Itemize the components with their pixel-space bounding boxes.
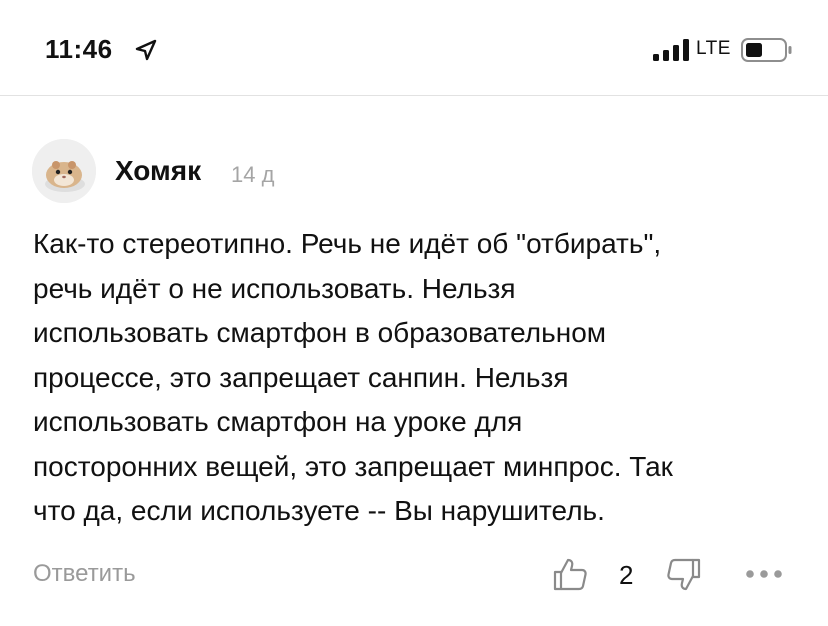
header-divider xyxy=(0,95,828,96)
more-dots-icon[interactable] xyxy=(744,562,784,586)
hamster-avatar-icon xyxy=(32,139,96,203)
comment-timestamp: 14 д xyxy=(231,162,275,187)
network-label: LTE xyxy=(696,38,731,59)
thumbs-up-icon[interactable] xyxy=(552,556,588,592)
reply-button[interactable]: Ответить xyxy=(33,560,136,588)
thumbs-down-icon[interactable] xyxy=(666,557,702,593)
comment-body: Как-то стереотипно. Речь не идёт об "отб… xyxy=(33,228,673,526)
battery-icon xyxy=(741,38,792,62)
location-arrow-icon xyxy=(135,39,157,61)
author-name[interactable]: Хомяк xyxy=(115,155,201,187)
author-avatar[interactable] xyxy=(32,139,96,203)
status-bar: 11:46 LTE xyxy=(0,0,828,96)
like-count: 2 xyxy=(619,560,634,590)
signal-icon xyxy=(653,39,689,61)
status-time: 11:46 xyxy=(45,34,113,64)
